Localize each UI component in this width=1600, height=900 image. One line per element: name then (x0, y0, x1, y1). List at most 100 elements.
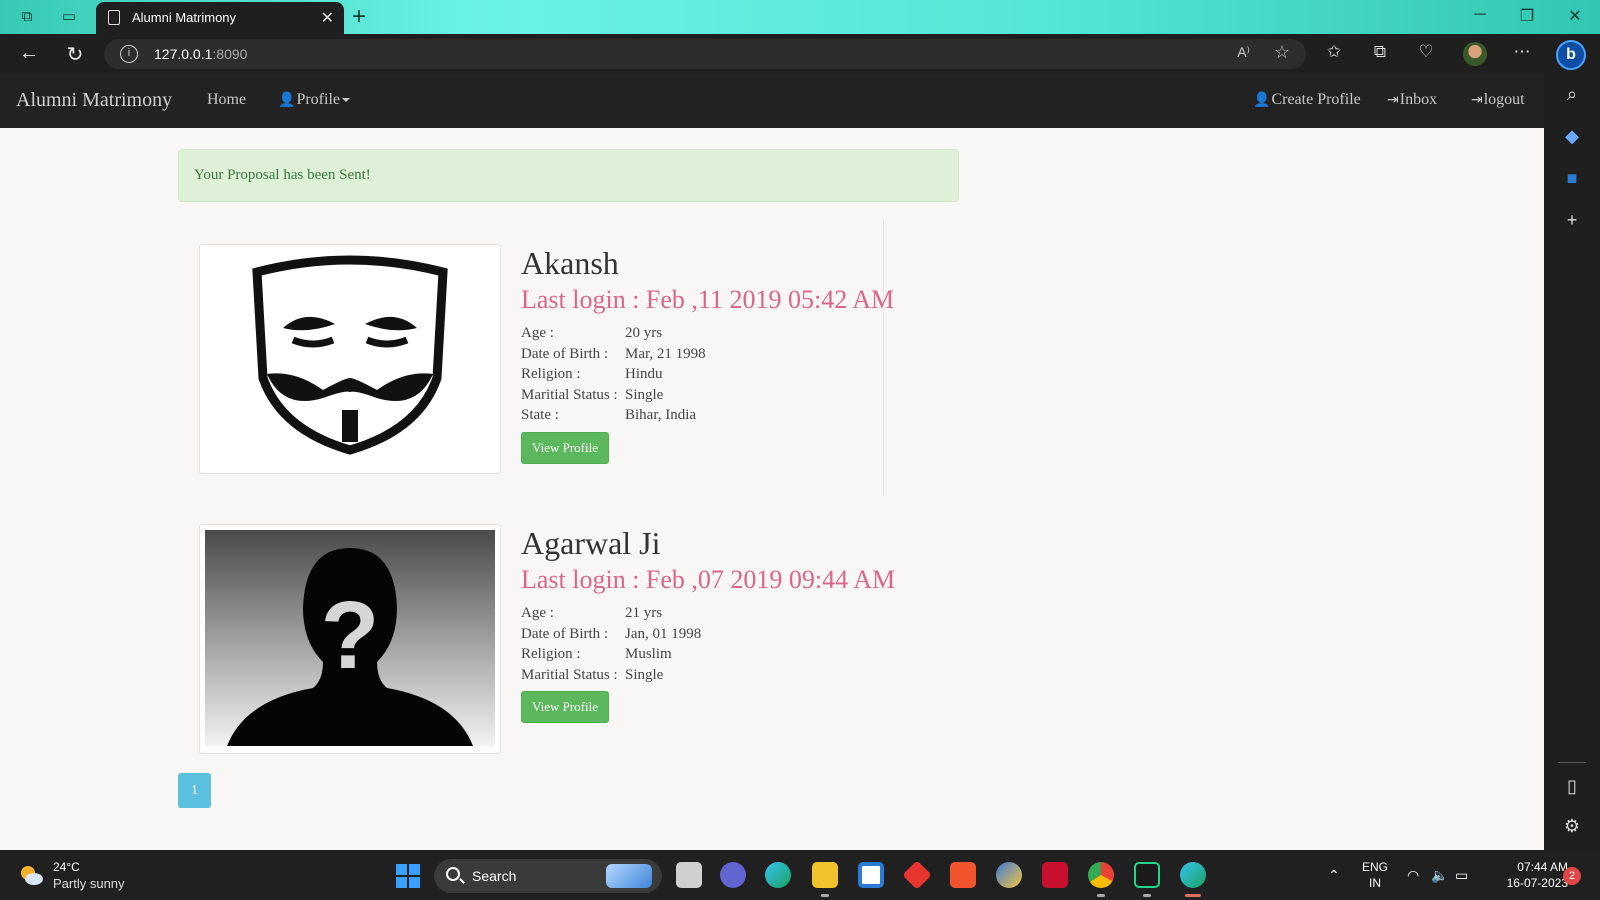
sign-in-icon: ⇥ (1387, 93, 1399, 108)
page-icon (108, 10, 120, 25)
teams-chat-icon[interactable] (720, 862, 746, 888)
attr-age: Age :20 yrs (521, 325, 663, 341)
add-icon[interactable]: + (1544, 210, 1600, 231)
site-info-icon[interactable]: i (120, 45, 138, 63)
user-icon: 👤 (278, 93, 296, 108)
profile-attributes: Age :21 yrs Date of Birth : Jan, 01 1998 … (521, 605, 961, 687)
attr-religion: Religion : Hindu (521, 366, 663, 382)
browser-essentials-icon[interactable]: ♡ (1414, 42, 1438, 62)
read-aloud-icon[interactable]: A⁾ (1237, 44, 1250, 61)
mask-avatar-image[interactable] (205, 250, 495, 466)
tab-title: Alumni Matrimony (132, 10, 237, 25)
nav-create-profile[interactable]: 👤Create Profile (1253, 91, 1361, 109)
edge-sidebar: ⌕ ◆ ■ + ▯ ⚙ (1544, 74, 1600, 850)
view-profile-button[interactable]: View Profile (521, 691, 610, 723)
favorite-star-icon[interactable]: ☆ (1274, 42, 1290, 63)
main-content: Your Proposal has been Sent! Akansh Last… (0, 128, 1544, 850)
weather-condition: Partly sunny (53, 876, 125, 891)
settings-gear-icon[interactable]: ⚙ (1544, 816, 1600, 837)
new-tab-button[interactable]: + (352, 3, 366, 31)
vertical-tabs-icon[interactable]: ▭ (60, 8, 78, 26)
address-bar: ← ↻ i 127.0.0.1:8090 A⁾ ☆ ✩ ⧉ ♡ ⋯ b (0, 34, 1600, 74)
partly-sunny-icon[interactable] (18, 863, 44, 887)
more-menu-icon[interactable]: ⋯ (1510, 42, 1534, 62)
close-tab-icon[interactable]: ✕ (321, 8, 334, 28)
outlook-icon[interactable]: ■ (1544, 168, 1600, 189)
last-login: Last login : Feb ,11 2019 05:42 AM (521, 285, 895, 314)
attr-religion: Religion : Muslim (521, 646, 672, 662)
battery-icon[interactable]: ▭ (1455, 867, 1468, 884)
language-indicator[interactable]: ENG IN (1362, 859, 1388, 891)
sign-out-icon: ⇥ (1471, 93, 1483, 108)
bing-copilot-icon[interactable]: b (1556, 40, 1586, 70)
brand-link[interactable]: Alumni Matrimony (16, 89, 172, 112)
collections-icon[interactable]: ⧉ (1368, 42, 1392, 62)
nav-profile-dropdown[interactable]: 👤Profile (278, 91, 350, 109)
pagination-page-1[interactable]: 1 (178, 773, 211, 808)
windows-taskbar: 24°C Partly sunny Search ⌃ ENG IN ◠ 🔈 ▭ … (0, 850, 1600, 900)
app-red-diamond-icon[interactable] (902, 860, 932, 890)
nav-inbox[interactable]: ⇥Inbox (1387, 91, 1437, 109)
brave-browser-icon[interactable] (950, 862, 976, 888)
copilot-icon[interactable]: ◆ (1544, 126, 1600, 147)
search-icon[interactable]: ⌕ (1544, 84, 1600, 105)
chrome-icon[interactable] (1088, 862, 1114, 888)
attr-age: Age :21 yrs (521, 605, 663, 621)
file-explorer-icon[interactable] (812, 862, 838, 888)
minimize-button[interactable]: ─ (1470, 6, 1490, 24)
attr-marital-status: Maritial Status : Single (521, 666, 664, 683)
caret-down-icon (341, 98, 350, 103)
last-login: Last login : Feb ,07 2019 09:44 AM (521, 565, 896, 594)
notification-badge[interactable]: 2 (1563, 867, 1581, 885)
unknown-person-image[interactable]: ? (205, 530, 495, 746)
mcafee-icon[interactable] (1042, 862, 1068, 888)
search-highlight-image (606, 864, 652, 888)
profile-name: Agarwal Ji (521, 525, 661, 561)
volume-icon[interactable]: 🔈 (1431, 867, 1448, 884)
favorites-icon[interactable]: ✩ (1322, 42, 1346, 62)
python-app-icon[interactable] (996, 862, 1022, 888)
microsoft-store-icon[interactable] (858, 862, 884, 888)
browser-title-bar: ⧉ ▭ Alumni Matrimony ✕ + ─ ❐ ✕ (0, 0, 1600, 34)
restore-button[interactable]: ❐ (1517, 6, 1537, 26)
browser-tab[interactable]: Alumni Matrimony ✕ (96, 2, 344, 34)
search-label: Search (472, 868, 517, 884)
nav-logout[interactable]: ⇥logout (1471, 91, 1525, 109)
site-navbar: Alumni Matrimony Home 👤Profile 👤Create P… (0, 74, 1544, 128)
profile-avatar[interactable] (1463, 42, 1487, 66)
split-screen-icon[interactable]: ▯ (1544, 776, 1600, 797)
active-indicator (1185, 894, 1201, 897)
profile-name: Akansh (521, 245, 619, 281)
profile-info: Agarwal Ji Last login : Feb ,07 2019 09:… (521, 524, 961, 723)
back-button[interactable]: ← (17, 42, 41, 65)
wifi-icon[interactable]: ◠ (1407, 867, 1419, 884)
edge-icon[interactable] (765, 862, 791, 888)
weather-temperature: 24°C (53, 860, 80, 874)
success-alert: Your Proposal has been Sent! (178, 149, 959, 202)
url-field[interactable]: i 127.0.0.1:8090 A⁾ ☆ (104, 39, 1306, 69)
running-indicator (1097, 894, 1105, 897)
profile-info: Akansh Last login : Feb ,11 2019 05:42 A… (521, 244, 941, 464)
workspaces-icon[interactable]: ⧉ (18, 8, 36, 26)
edge-active-icon[interactable] (1180, 862, 1206, 888)
refresh-button[interactable]: ↻ (63, 42, 87, 67)
taskbar-search[interactable]: Search (434, 859, 662, 893)
profile-attributes: Age :20 yrs Date of Birth : Mar, 21 1998 … (521, 325, 941, 428)
nav-home[interactable]: Home (207, 91, 246, 109)
running-indicator (821, 894, 829, 897)
windows-start-button[interactable] (396, 864, 420, 888)
profile-photo-frame (199, 244, 501, 474)
task-view-icon[interactable] (676, 862, 702, 888)
attr-state: State : Bihar, India (521, 407, 697, 423)
sidebar-divider (1558, 762, 1586, 763)
url-text: 127.0.0.1:8090 (154, 46, 248, 62)
view-profile-button[interactable]: View Profile (521, 431, 610, 464)
close-window-button[interactable]: ✕ (1565, 6, 1585, 26)
profile-photo-frame: ? (199, 524, 501, 754)
system-clock[interactable]: 07:44 AM 16-07-2023 (1488, 859, 1568, 891)
running-indicator (1143, 894, 1151, 897)
attr-marital-status: Maritial Status : Single (521, 386, 664, 403)
pycharm-icon[interactable] (1134, 862, 1160, 888)
svg-text:?: ? (321, 582, 380, 689)
show-hidden-icons-chevron-icon[interactable]: ⌃ (1328, 867, 1340, 884)
